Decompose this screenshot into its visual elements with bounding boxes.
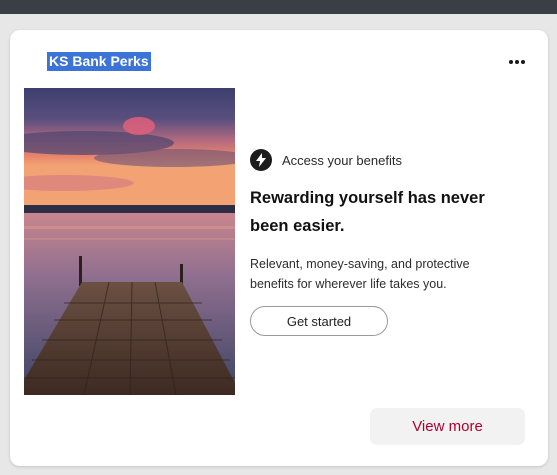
headline: Rewarding yourself has never been easier… (250, 189, 485, 235)
view-more-button[interactable]: View more (370, 408, 525, 445)
eyebrow: Access your benefits (250, 148, 520, 172)
perks-content: Access your benefits Rewarding yourself … (250, 148, 520, 336)
lightning-bolt-icon (250, 149, 272, 171)
perks-card: KS Bank Perks Access your benefits Rewar… (10, 30, 548, 466)
window-top-bar (0, 0, 557, 14)
more-dot-icon (515, 60, 519, 64)
more-dot-icon (509, 60, 513, 64)
eyebrow-text: Access your benefits (282, 152, 402, 168)
description: Relevant, money-saving, and protective b… (250, 257, 470, 291)
hero-image (24, 88, 235, 395)
more-dot-icon (521, 60, 525, 64)
card-title: KS Bank Perks (47, 52, 151, 71)
more-options-button[interactable] (506, 56, 528, 68)
get-started-button[interactable]: Get started (250, 306, 388, 336)
